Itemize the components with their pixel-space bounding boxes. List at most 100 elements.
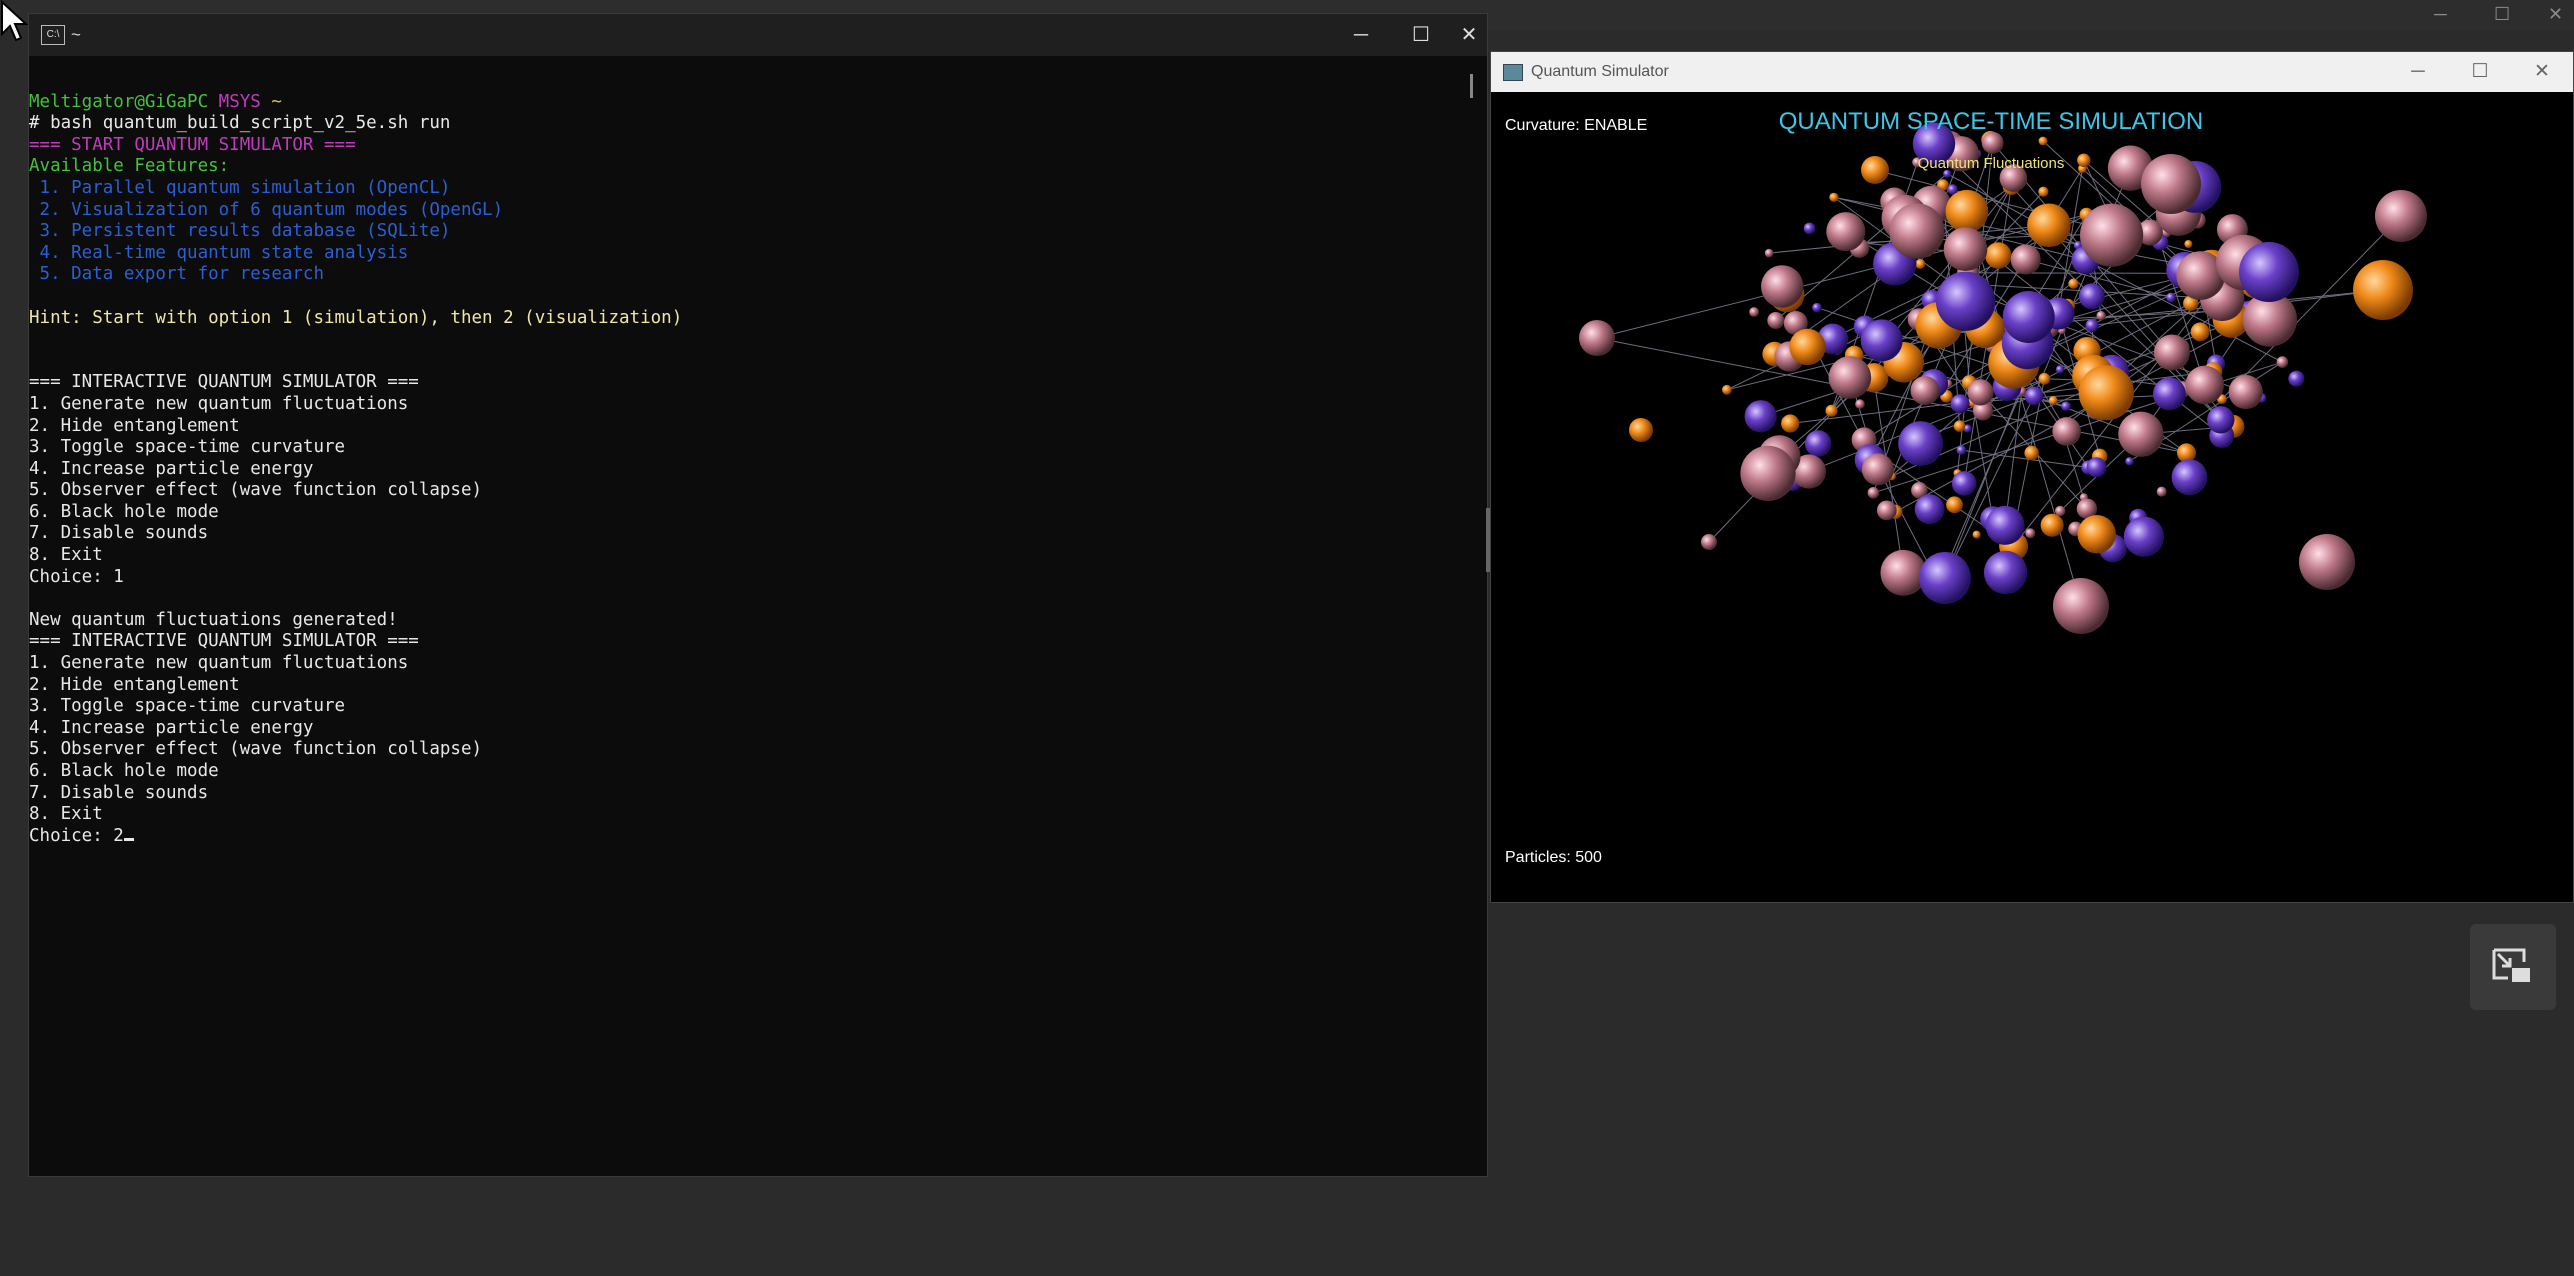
quantum-particle [1910,376,1940,405]
quantum-particle [2166,292,2176,303]
terminal-line: Meltigator@GiGaPC MSYS ~ [29,92,1469,114]
quantum-particle [1972,530,1981,539]
terminal-text: 1. Generate new quantum fluctuations [29,393,409,414]
quantum-particle [2239,242,2299,302]
quantum-particle [2156,486,2167,497]
terminal-text: 2. Hide entanglement [29,674,240,695]
quantum-particle [1967,379,1994,406]
quantum-particle [2077,515,2116,554]
terminal-line: Available Features: [29,156,1469,178]
quantum-particle [2177,443,2196,463]
terminal-text: 6. Black hole mode [29,761,219,781]
terminal-line: === INTERACTIVE QUANTUM SIMULATOR === [29,631,1469,653]
quantum-particle [1781,414,1800,433]
terminal-line: 8. Exit [29,804,1469,826]
bg-close-icon[interactable]: ✕ [2548,4,2563,25]
terminal-line: 4. Increase particle energy [29,459,1469,481]
simulator-maximize-button[interactable]: ☐ [2449,52,2511,92]
quantum-particle [2048,396,2058,405]
particle-count: Particles: 500 [1505,849,1602,866]
quantum-particle [2299,534,2355,590]
quantum-particle [2052,417,2081,446]
terminal-text: Available Features: [29,156,230,177]
quantum-particle [2027,203,2071,248]
terminal-text: 2. Visualization of 6 quantum modes (Ope… [29,199,504,220]
terminal-scroll-thumb[interactable] [1470,74,1473,98]
quantum-particle [2185,365,2224,405]
terminal-text: 4. Real-time quantum state analysis [29,242,409,263]
terminal-line: === INTERACTIVE QUANTUM SIMULATOR === [29,372,1469,394]
terminal-line: 5. Observer effect (wave function collap… [29,739,1469,761]
terminal-line: 4. Real-time quantum state analysis [29,243,1469,265]
quantum-particle [1919,552,1971,604]
simulator-titlebar[interactable]: Quantum Simulator ─ ☐ ✕ [1491,52,2573,92]
quantum-particle [1898,421,1943,466]
terminal-line: Choice: 1 [29,567,1469,589]
terminal-text: 8. Exit [29,804,103,825]
quantum-particle [2053,578,2109,634]
quantum-particle [2207,406,2235,434]
simulator-minimize-button[interactable]: ─ [2387,52,2449,92]
simulator-window-title: Quantum Simulator [1531,63,1669,80]
terminal-text: New quantum fluctuations generated! [29,609,398,630]
terminal-line: 6. Black hole mode [29,761,1469,783]
terminal-scrollbar[interactable] [1469,70,1487,1170]
restore-pip-icon [2492,948,2530,982]
quantum-particle [2055,365,2065,374]
terminal-line: === START QUANTUM SIMULATOR === [29,135,1469,157]
bg-maximize-icon[interactable]: ☐ [2494,4,2510,25]
quantum-particle [2025,528,2036,539]
quantum-particle [1889,203,1945,259]
terminal-minimize-button[interactable]: ─ [1331,14,1391,56]
quantum-particle [1825,404,1838,417]
terminal-line: 4. Increase particle energy [29,718,1469,740]
quantum-particle [1880,549,1927,596]
terminal-maximize-button[interactable]: ☐ [1391,14,1451,56]
quantum-particle [1722,384,1732,395]
quantum-particle [2078,283,2105,310]
quantum-particle [1740,445,1796,501]
quantum-particle [2080,203,2144,267]
quantum-particle [2086,457,2107,478]
quantum-particle [2038,372,2051,385]
simulation-viewport[interactable]: Curvature: ENABLE QUANTUM SPACE-TIME SIM… [1491,92,2573,902]
terminal-line: 2. Hide entanglement [29,675,1469,697]
quantum-particle [1950,394,1970,414]
terminal-line: 7. Disable sounds [29,523,1469,545]
terminal-text: 3. Persistent results database (SQLite) [29,221,451,242]
quantum-particle [2024,445,2039,461]
quantum-particle [2153,377,2186,411]
quantum-particle [1828,356,1872,399]
terminal-close-button[interactable]: ✕ [1451,14,1487,56]
quantum-particle [2096,311,2106,321]
simulator-close-button[interactable]: ✕ [2511,52,2573,92]
terminal-text: Meltigator@GiGaPC [29,91,219,112]
terminal-text: 5. Data export for research [29,264,325,285]
quantum-particle [2123,516,2164,557]
quantum-particle [1789,328,1826,366]
quantum-particle [1861,453,1894,486]
terminal-text: # bash quantum_build_script_v2_5e.sh run [29,113,451,134]
terminal-line: 6. Black hole mode [29,502,1469,524]
quantum-particle [2078,365,2134,421]
terminal-title: ~ [71,25,81,44]
terminal-titlebar[interactable]: C:\ ~ ─ ☐ ✕ [29,14,1487,56]
quantum-particle [2228,374,2263,410]
terminal-text: 1. Generate new quantum fluctuations [29,653,409,674]
quantum-particle [1956,445,1967,455]
quantum-particle [1867,487,1880,499]
terminal-prompt-line[interactable]: Choice: 2 [29,826,1469,848]
terminal-text: 7. Disable sounds [29,523,209,544]
terminal-text: 1. Parallel quantum simulation (OpenCL) [29,177,451,198]
terminal-app-icon: C:\ [41,25,65,45]
terminal-text: 7. Disable sounds [29,782,209,803]
quantum-particle [1915,258,1926,269]
picture-in-picture-button[interactable] [2470,924,2556,1010]
terminal-text: 8. Exit [29,545,103,566]
terminal-text: 5. Observer effect (wave function collap… [29,739,483,760]
quantum-particle [1805,430,1832,457]
bg-minimize-icon[interactable]: ─ [2434,4,2447,25]
quantum-particle [2190,322,2210,342]
terminal-output[interactable]: Meltigator@GiGaPC MSYS ~ # bash quantum_b… [29,70,1469,1170]
